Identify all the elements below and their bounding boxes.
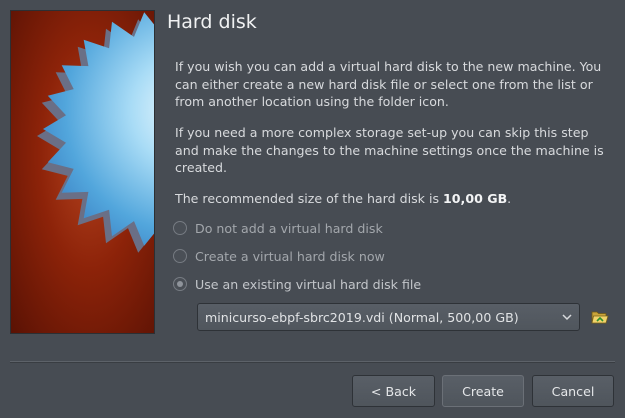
button-separator xyxy=(10,361,615,363)
radio-create-disk-label: Create a virtual hard disk now xyxy=(195,248,385,264)
recommended-size-suffix: . xyxy=(507,191,512,206)
create-button[interactable]: Create xyxy=(442,375,524,407)
cancel-button[interactable]: Cancel xyxy=(532,375,614,407)
recommended-size-text: The recommended size of the hard disk is… xyxy=(175,190,615,208)
radio-existing-disk-label: Use an existing virtual hard disk file xyxy=(195,276,422,292)
radio-existing-disk-indicator[interactable] xyxy=(173,277,187,291)
radio-existing-disk[interactable]: Use an existing virtual hard disk file xyxy=(173,275,421,293)
radio-create-disk[interactable]: Create a virtual hard disk now xyxy=(173,247,385,265)
disk-file-select[interactable]: minicurso-ebpf-sbrc2019.vdi (Normal, 500… xyxy=(197,303,580,331)
radio-create-disk-indicator[interactable] xyxy=(173,249,187,263)
radio-no-disk-indicator[interactable] xyxy=(173,221,187,235)
recommended-size-value: 10,00 GB xyxy=(443,191,508,206)
recommended-size-prefix: The recommended size of the hard disk is xyxy=(175,191,444,206)
disk-file-select-value: minicurso-ebpf-sbrc2019.vdi (Normal, 500… xyxy=(205,309,519,325)
back-button[interactable]: < Back xyxy=(352,375,435,407)
wizard-image xyxy=(10,10,155,334)
vbox-disk-burst-icon xyxy=(37,12,154,253)
radio-no-disk[interactable]: Do not add a virtual hard disk xyxy=(173,219,383,237)
chevron-down-icon[interactable] xyxy=(562,312,572,322)
page-title: Hard disk xyxy=(167,11,257,33)
radio-no-disk-label: Do not add a virtual hard disk xyxy=(195,220,383,236)
intro-paragraph: If you wish you can add a virtual hard d… xyxy=(175,59,602,110)
storage-hint-paragraph: If you need a more complex storage set-u… xyxy=(175,125,604,176)
folder-open-icon[interactable] xyxy=(590,308,610,326)
